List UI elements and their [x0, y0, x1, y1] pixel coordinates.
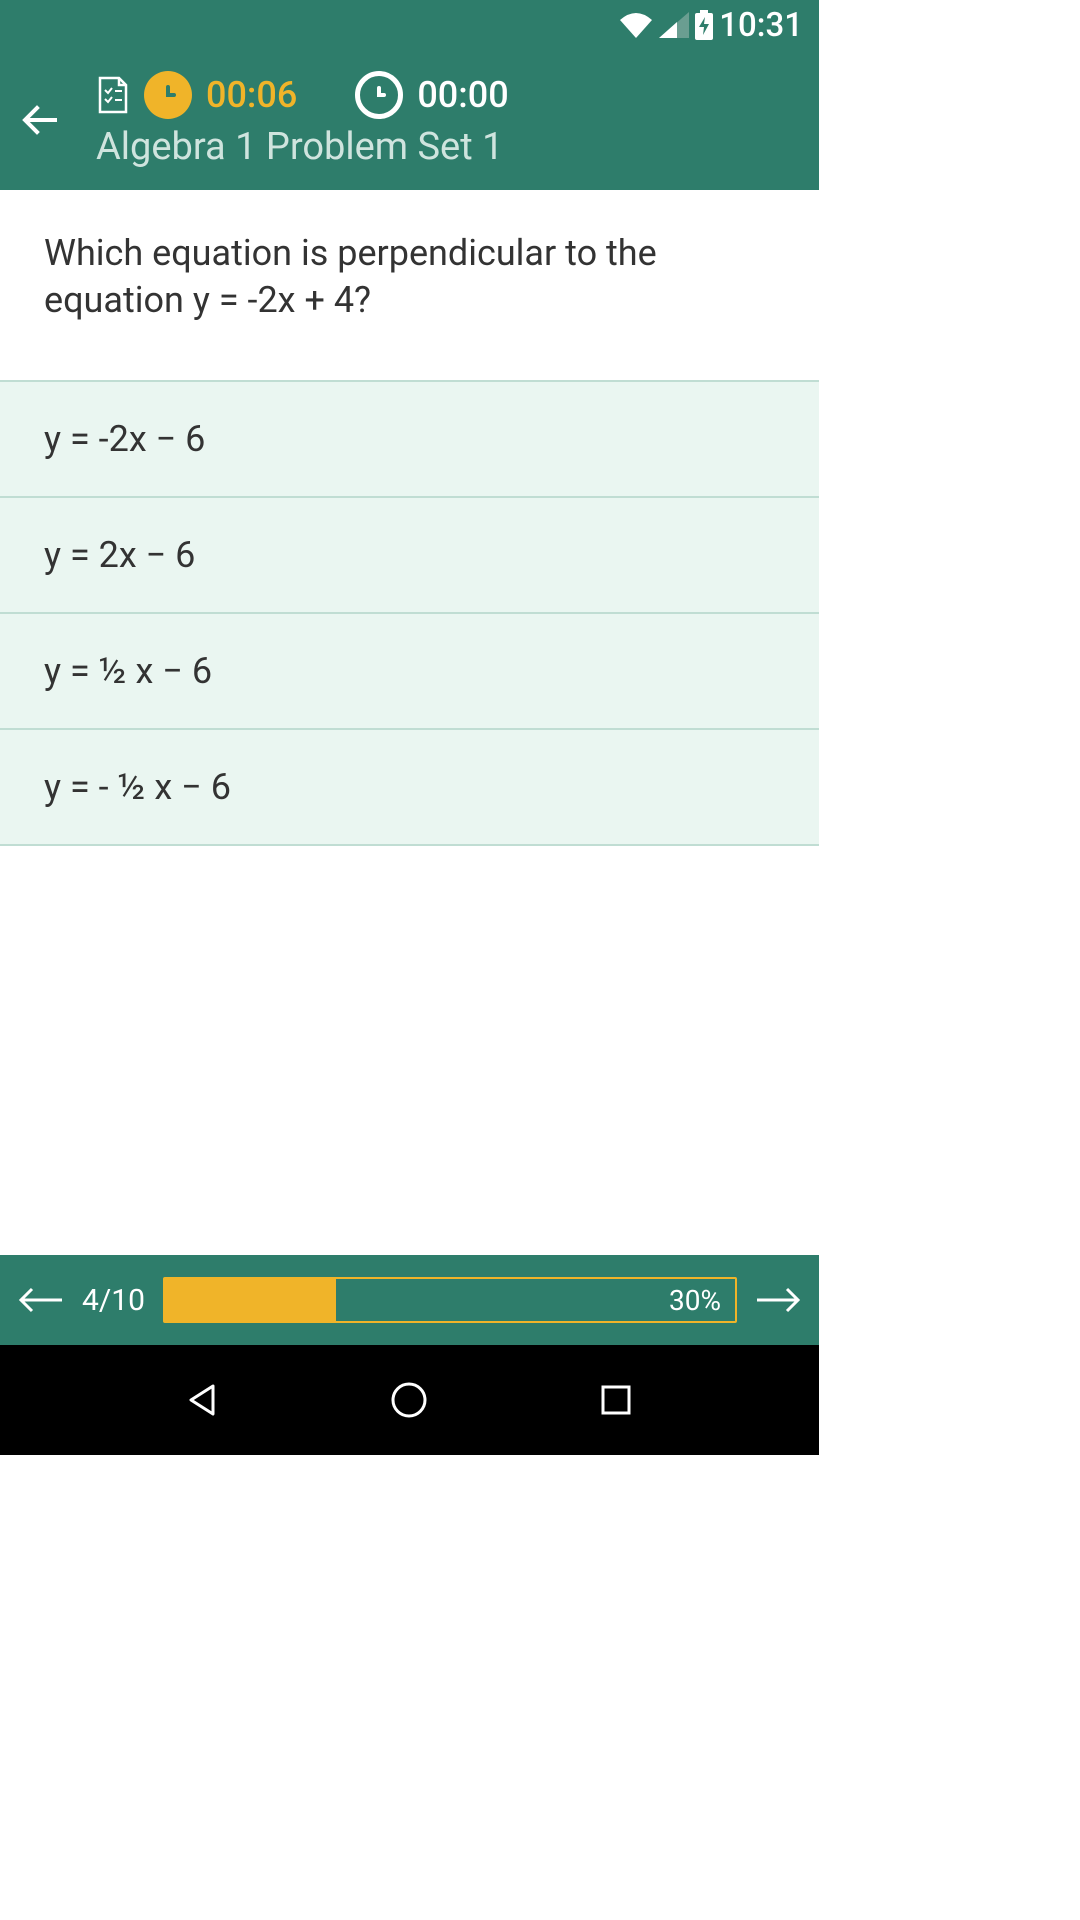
- answer-option[interactable]: y = - ½ x − 6: [0, 728, 819, 846]
- signal-icon: [657, 10, 691, 40]
- status-icons: [617, 9, 715, 41]
- answer-list: y = -2x − 6 y = 2x − 6 y = ½ x − 6 y = -…: [0, 380, 819, 846]
- prev-button[interactable]: [18, 1277, 64, 1323]
- answer-option[interactable]: y = 2x − 6: [0, 496, 819, 612]
- next-button[interactable]: [755, 1277, 801, 1323]
- question-text: Which equation is perpendicular to the e…: [0, 190, 819, 380]
- content-area: Which equation is perpendicular to the e…: [0, 190, 819, 1255]
- timer-secondary: 00:00: [417, 74, 508, 116]
- timer-active: 00:06: [206, 74, 297, 116]
- circle-home-icon: [389, 1380, 429, 1420]
- system-home-button[interactable]: [384, 1375, 434, 1425]
- back-button[interactable]: [12, 92, 68, 148]
- progress-bar[interactable]: 30%: [163, 1277, 737, 1323]
- arrow-left-icon: [18, 1285, 64, 1315]
- progress-fill: [165, 1279, 336, 1321]
- document-icon[interactable]: [96, 75, 130, 115]
- clock-icon-active[interactable]: [144, 71, 192, 119]
- battery-icon: [693, 9, 715, 41]
- timer-row: 00:06 00:00: [96, 71, 509, 119]
- triangle-back-icon: [185, 1382, 221, 1418]
- wifi-icon: [617, 10, 655, 40]
- page-title: Algebra 1 Problem Set 1: [96, 125, 509, 169]
- app-bar-content: 00:06 00:00 Algebra 1 Problem Set 1: [96, 71, 509, 169]
- bottom-bar: 4/10 30%: [0, 1255, 819, 1345]
- arrow-left-icon: [19, 99, 61, 141]
- clock-icon-secondary[interactable]: [355, 71, 403, 119]
- app-bar: 00:06 00:00 Algebra 1 Problem Set 1: [0, 50, 819, 190]
- system-back-button[interactable]: [178, 1375, 228, 1425]
- arrow-right-icon: [755, 1285, 801, 1315]
- square-recents-icon: [600, 1384, 632, 1416]
- answer-option[interactable]: y = -2x − 6: [0, 380, 819, 496]
- system-nav-bar: [0, 1345, 819, 1455]
- page-indicator: 4/10: [82, 1283, 145, 1318]
- system-recents-button[interactable]: [591, 1375, 641, 1425]
- progress-percent: 30%: [669, 1284, 721, 1317]
- status-time: 10:31: [719, 6, 803, 45]
- answer-option[interactable]: y = ½ x − 6: [0, 612, 819, 728]
- status-bar: 10:31: [0, 0, 819, 50]
